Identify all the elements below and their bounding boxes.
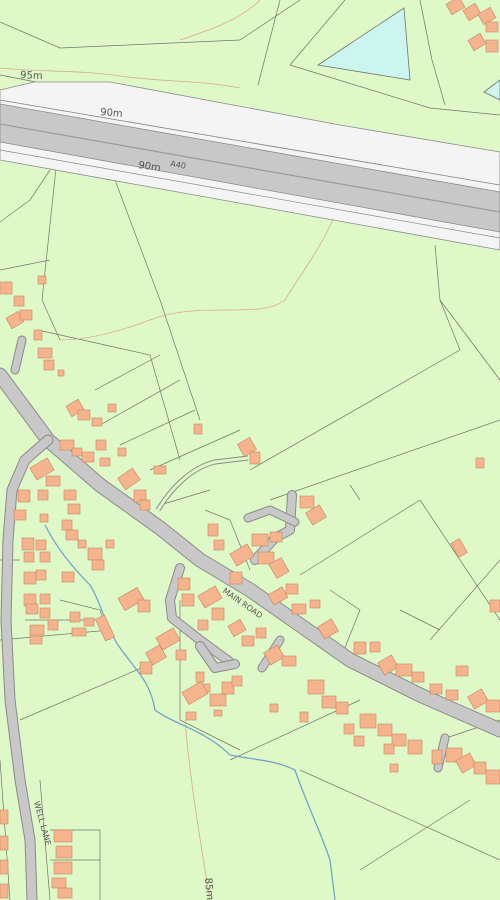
map-canvas[interactable]: 95m 90m 90m 85m A40 MAIN ROAD WELL LANE: [0, 0, 500, 900]
contour-label-95m: 95m: [20, 70, 43, 82]
contour-label-85m: 85m: [202, 877, 215, 900]
map-view[interactable]: 95m 90m 90m 85m A40 MAIN ROAD WELL LANE: [0, 0, 500, 900]
contour-label-90m-north: 90m: [100, 107, 123, 120]
